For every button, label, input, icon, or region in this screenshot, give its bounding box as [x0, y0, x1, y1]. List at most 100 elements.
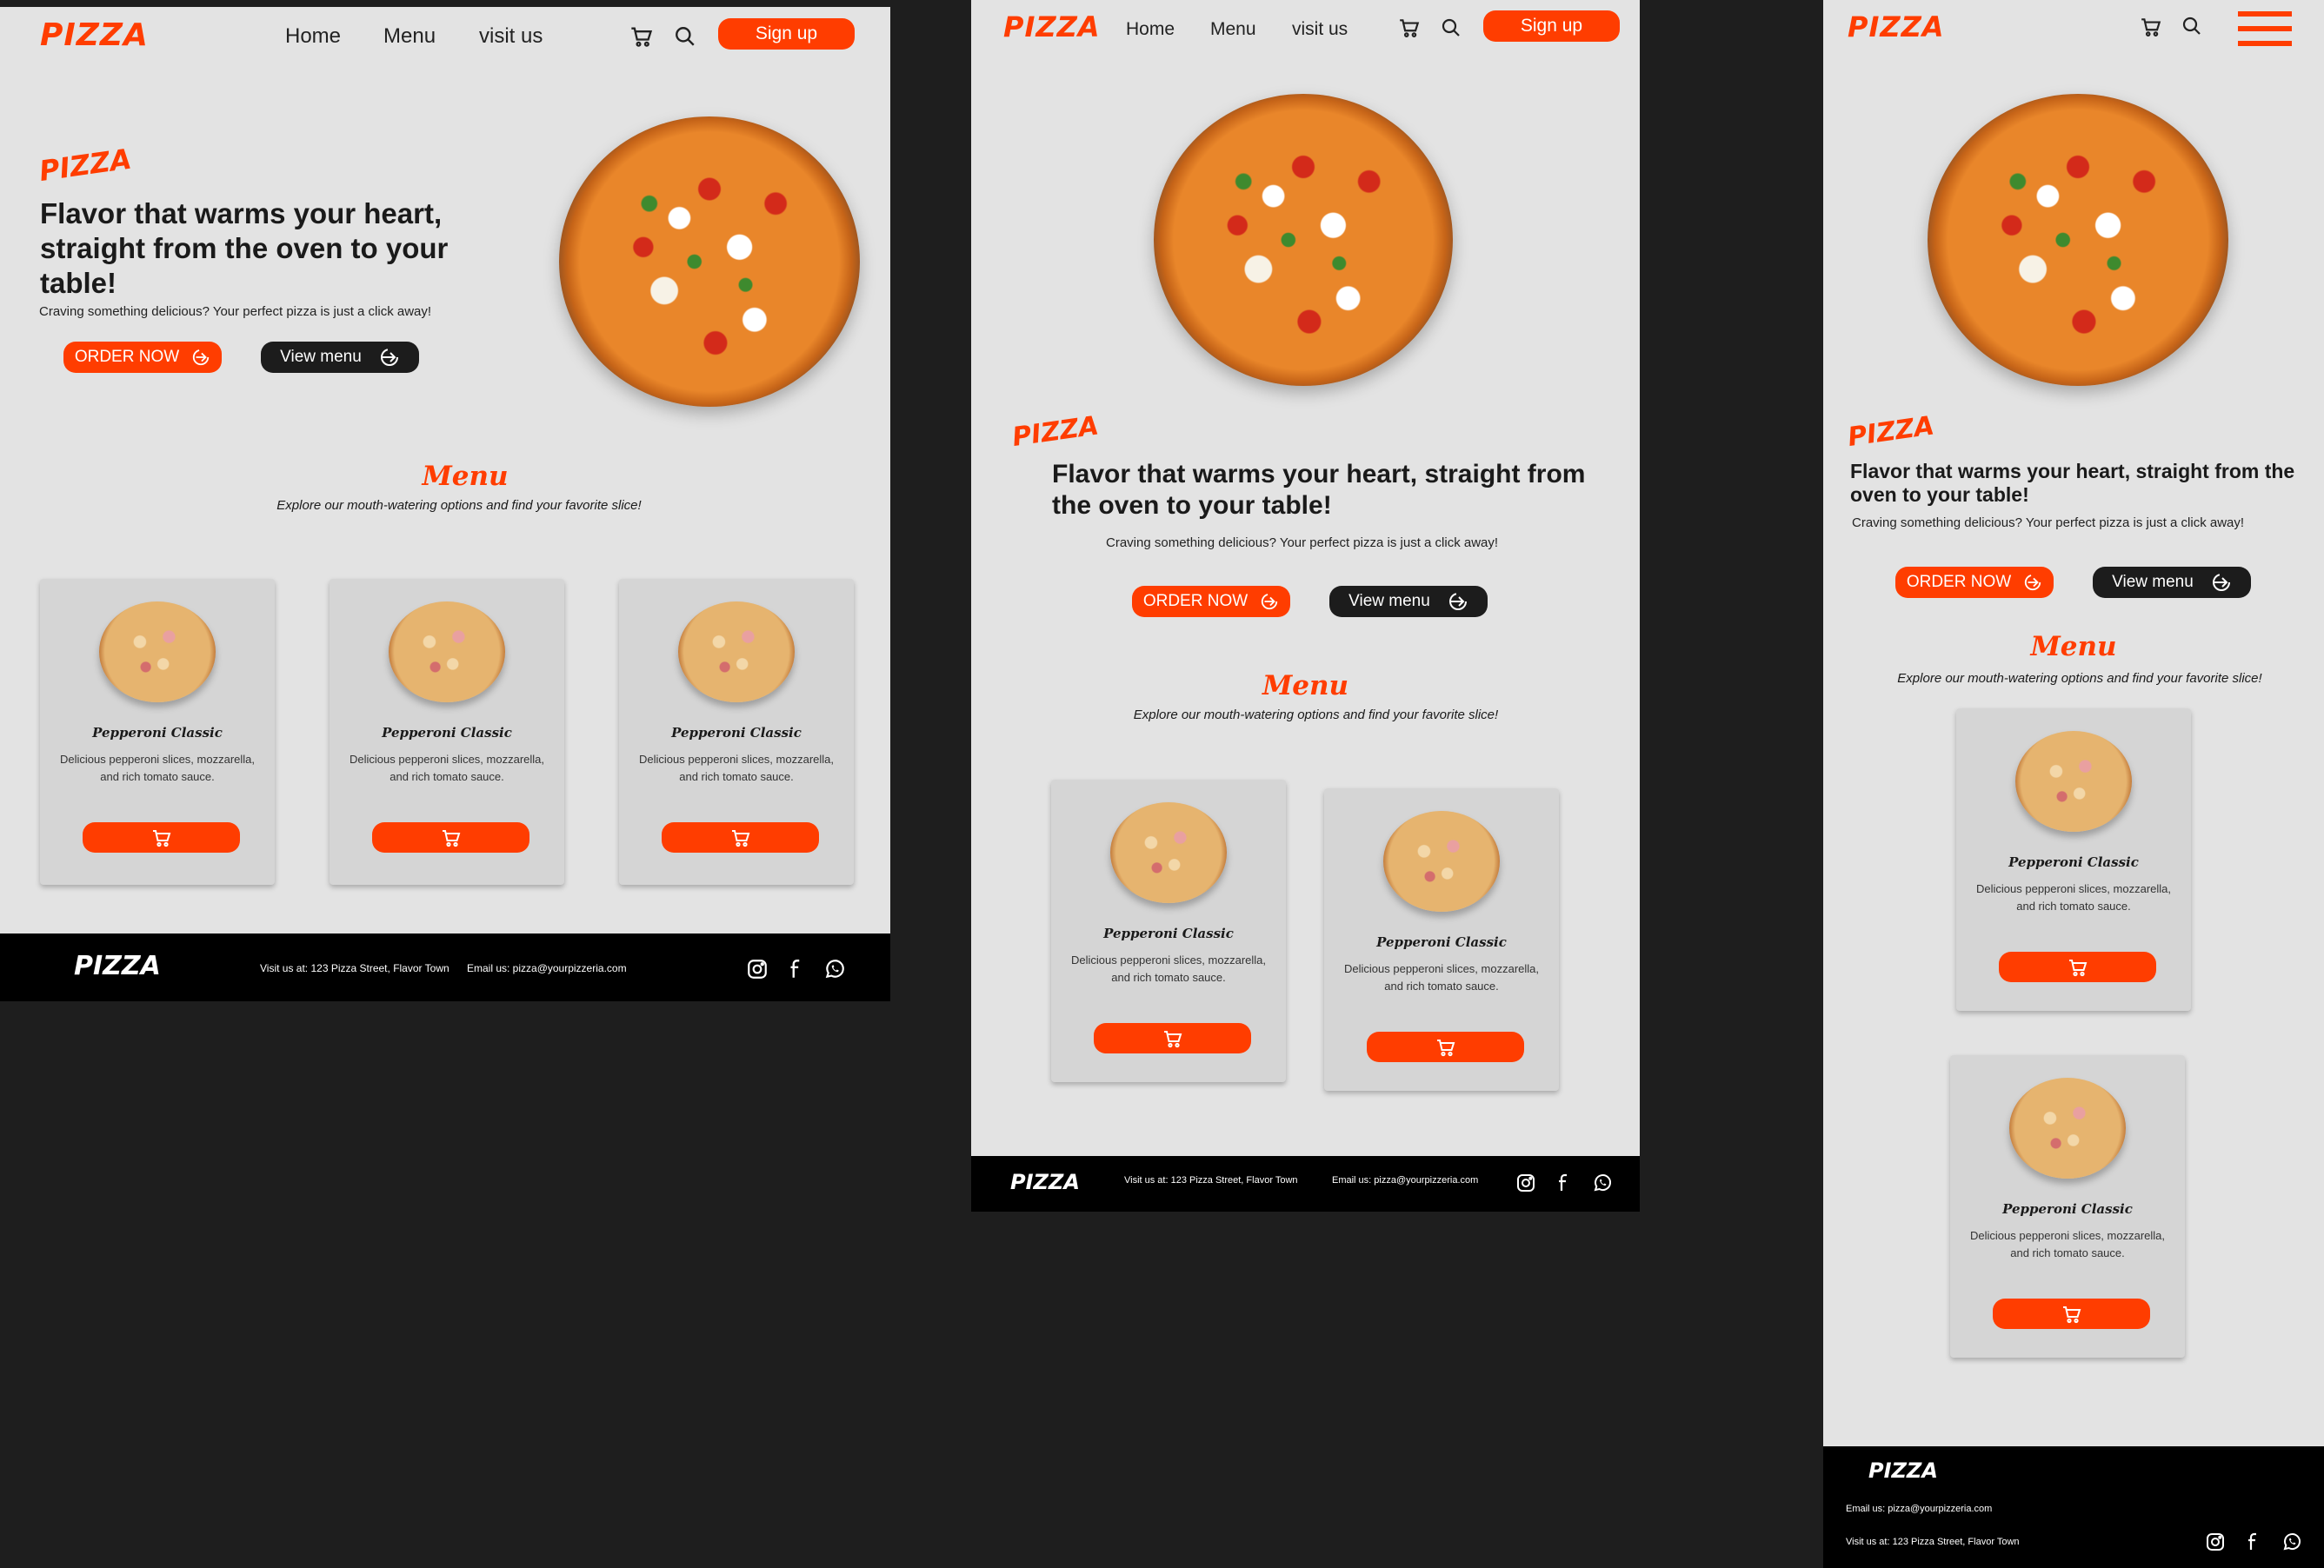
- cart-icon: [2068, 959, 2087, 976]
- menu-card: Pepperoni Classic Delicious pepperoni sl…: [1956, 708, 2191, 1011]
- search-icon[interactable]: [2181, 16, 2202, 37]
- whatsapp-icon[interactable]: [1592, 1173, 1613, 1193]
- cart-icon: [2062, 1306, 2081, 1323]
- pizza-image: [2015, 731, 2132, 832]
- nav-home-link[interactable]: Home: [285, 24, 341, 49]
- hero-subtitle: Craving something delicious? Your perfec…: [39, 304, 432, 319]
- add-to-cart-button[interactable]: [1094, 1023, 1251, 1053]
- card-title: Pepperoni Classic: [1376, 934, 1507, 950]
- arrow-right-icon: [380, 349, 398, 366]
- arrow-right-icon: [1448, 593, 1467, 610]
- hero-title: Flavor that warms your heart, straight f…: [40, 197, 449, 299]
- pizza-image: [99, 601, 216, 702]
- view-menu-label: View menu: [2112, 573, 2194, 591]
- card-title: Pepperoni Classic: [2008, 854, 2139, 870]
- footer-email[interactable]: Email us: pizza@yourpizzeria.com: [467, 962, 627, 974]
- cart-icon: [1163, 1030, 1182, 1047]
- add-to-cart-button[interactable]: [1367, 1032, 1524, 1062]
- hero-subtitle: Craving something delicious? Your perfec…: [1852, 515, 2245, 530]
- cart-icon[interactable]: [1398, 17, 1421, 39]
- view-menu-button[interactable]: View menu: [261, 342, 419, 373]
- search-icon[interactable]: [1441, 17, 1462, 38]
- hero-tag: PIZZA: [37, 142, 134, 188]
- pizza-image: [1110, 802, 1227, 903]
- order-now-button[interactable]: ORDER NOW: [63, 342, 222, 373]
- order-now-button[interactable]: ORDER NOW: [1895, 567, 2054, 598]
- facebook-icon[interactable]: [2243, 1531, 2264, 1552]
- footer-email[interactable]: Email us: pizza@yourpizzeria.com: [1332, 1175, 1478, 1186]
- card-title: Pepperoni Classic: [382, 725, 512, 741]
- add-to-cart-button[interactable]: [1993, 1299, 2150, 1329]
- nav-menu-link[interactable]: Menu: [383, 24, 436, 49]
- card-title: Pepperoni Classic: [1103, 926, 1234, 941]
- card-title: Pepperoni Classic: [671, 725, 802, 741]
- card-description: Delicious pepperoni slices, mozzarella, …: [1071, 953, 1266, 984]
- pizza-image: [2009, 1078, 2126, 1179]
- facebook-icon[interactable]: [785, 958, 808, 980]
- card-description: Delicious pepperoni slices, mozzarella, …: [60, 753, 255, 783]
- hero-subtitle: Craving something delicious? Your perfec…: [1106, 535, 1499, 550]
- mobile-frame: PIZZA PIZZA Flavor that warms your heart…: [1823, 0, 2324, 1568]
- instagram-icon[interactable]: [2205, 1531, 2226, 1552]
- hero-tag: PIZZA: [1010, 410, 1101, 453]
- instagram-icon[interactable]: [746, 958, 769, 980]
- instagram-icon[interactable]: [1515, 1173, 1536, 1193]
- whatsapp-icon[interactable]: [823, 958, 846, 980]
- arrow-right-icon: [2024, 574, 2041, 591]
- footer-logo: PIZZA: [74, 951, 161, 981]
- hero-title: Flavor that warms your heart, straight f…: [1052, 460, 1586, 520]
- nav-visit-link[interactable]: visit us: [479, 24, 543, 49]
- facebook-icon[interactable]: [1554, 1173, 1575, 1193]
- menu-card: Pepperoni Classic Delicious pepperoni sl…: [1950, 1055, 2185, 1358]
- whatsapp-icon[interactable]: [2281, 1531, 2302, 1552]
- cart-icon: [731, 829, 749, 847]
- order-now-button[interactable]: ORDER NOW: [1132, 586, 1290, 617]
- order-now-label: ORDER NOW: [1142, 592, 1249, 610]
- view-menu-button[interactable]: View menu: [2093, 567, 2251, 598]
- cart-icon: [152, 829, 170, 847]
- footer: PIZZA Visit us at: 123 Pizza Street, Fla…: [971, 1156, 1640, 1212]
- card-description: Delicious pepperoni slices, mozzarella, …: [1344, 962, 1539, 993]
- add-to-cart-button[interactable]: [1999, 952, 2156, 982]
- cart-icon[interactable]: [2140, 16, 2162, 38]
- hamburger-icon[interactable]: [2238, 11, 2292, 48]
- logo[interactable]: PIZZA: [40, 17, 149, 53]
- signup-button[interactable]: Sign up: [718, 18, 855, 50]
- arrow-right-icon: [192, 349, 210, 366]
- hero-pizza-image: [1928, 94, 2228, 386]
- footer-address: Visit us at: 123 Pizza Street, Flavor To…: [260, 962, 449, 974]
- menu-title: Menu: [422, 461, 509, 492]
- nav-home-link[interactable]: Home: [1126, 19, 1175, 40]
- add-to-cart-button[interactable]: [372, 822, 529, 853]
- arrow-right-icon: [1261, 593, 1278, 610]
- card-description: Delicious pepperoni slices, mozzarella, …: [639, 753, 834, 783]
- pizza-image: [389, 601, 505, 702]
- nav-menu-link[interactable]: Menu: [1210, 19, 1256, 40]
- add-to-cart-button[interactable]: [662, 822, 819, 853]
- menu-title: Menu: [1262, 670, 1349, 701]
- footer-address: Visit us at: 123 Pizza Street, Flavor To…: [1846, 1537, 2020, 1547]
- menu-card: Pepperoni Classic Delicious pepperoni sl…: [619, 579, 854, 885]
- footer: PIZZA Email us: pizza@yourpizzeria.com V…: [1823, 1446, 2324, 1568]
- logo[interactable]: PIZZA: [1003, 10, 1101, 43]
- arrow-right-icon: [2212, 574, 2230, 591]
- cart-icon: [442, 829, 460, 847]
- view-menu-button[interactable]: View menu: [1329, 586, 1488, 617]
- card-description: Delicious pepperoni slices, mozzarella, …: [350, 753, 544, 783]
- pizza-image: [1383, 811, 1500, 912]
- card-title: Pepperoni Classic: [92, 725, 223, 741]
- cart-icon[interactable]: [629, 24, 654, 49]
- menu-subtitle: Explore our mouth-watering options and f…: [276, 498, 642, 513]
- signup-button[interactable]: Sign up: [1483, 10, 1620, 42]
- footer-logo: PIZZA: [1868, 1458, 1938, 1483]
- menu-card: Pepperoni Classic Delicious pepperoni sl…: [40, 579, 275, 885]
- card-title: Pepperoni Classic: [2002, 1201, 2133, 1217]
- menu-subtitle: Explore our mouth-watering options and f…: [1897, 671, 2262, 686]
- add-to-cart-button[interactable]: [83, 822, 240, 853]
- tablet-frame: PIZZA Home Menu visit us Sign up PIZZA F…: [971, 0, 1640, 1212]
- search-icon[interactable]: [674, 25, 696, 48]
- logo[interactable]: PIZZA: [1848, 10, 1945, 43]
- menu-card: Pepperoni Classic Delicious pepperoni sl…: [330, 579, 564, 885]
- nav-visit-link[interactable]: visit us: [1292, 19, 1348, 40]
- footer-email[interactable]: Email us: pizza@yourpizzeria.com: [1846, 1504, 1992, 1514]
